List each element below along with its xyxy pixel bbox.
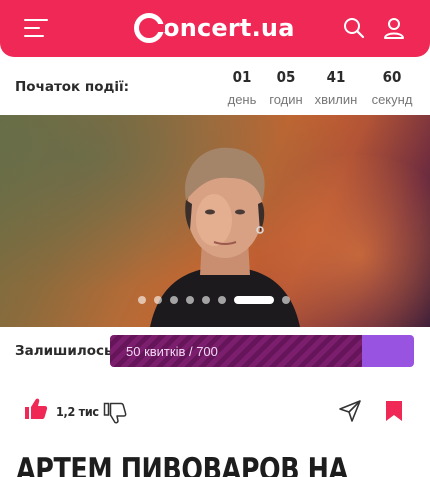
share-icon[interactable] <box>338 399 362 423</box>
carousel-dot[interactable] <box>154 296 162 304</box>
carousel-dot[interactable] <box>202 296 210 304</box>
carousel-dot[interactable] <box>218 296 226 304</box>
countdown-minutes: 41 хвилин <box>306 68 366 107</box>
countdown-seconds: 60 секунд <box>362 68 422 107</box>
countdown-seconds-value: 60 <box>382 68 402 86</box>
logo-c-mark <box>134 13 165 43</box>
carousel-indicators <box>138 296 298 304</box>
bookmark-icon[interactable] <box>384 400 404 422</box>
carousel-dot[interactable] <box>186 296 194 304</box>
carousel-dot[interactable] <box>138 296 146 304</box>
carousel-dot[interactable] <box>234 296 274 304</box>
thumbs-up-icon[interactable] <box>24 398 48 420</box>
event-countdown: Початок події: 01 день 05 годин 41 хвили… <box>0 57 430 115</box>
countdown-seconds-label: секунд <box>371 92 413 107</box>
event-hero-carousel[interactable] <box>0 115 430 327</box>
countdown-label: Початок події: <box>15 79 130 95</box>
carousel-dot[interactable] <box>282 296 290 304</box>
countdown-minutes-value: 41 <box>326 68 346 86</box>
like-count: 1,2 тис <box>56 404 99 419</box>
site-logo[interactable]: oncert.ua <box>134 11 295 45</box>
tickets-remaining-label: Залишилось <box>15 343 113 359</box>
countdown-minutes-label: хвилин <box>314 92 358 107</box>
search-icon[interactable] <box>342 16 366 40</box>
logo-text: oncert.ua <box>163 14 295 42</box>
tickets-count-text: 50 квитків / 700 <box>126 344 218 359</box>
event-title: АРТЕМ ПИВОВАРОВ НА <box>16 452 348 477</box>
carousel-dot[interactable] <box>170 296 178 304</box>
user-icon[interactable] <box>382 16 406 40</box>
thumbs-down-icon[interactable] <box>103 402 127 424</box>
tickets-progress-bar: 50 квитків / 700 <box>110 335 414 367</box>
menu-icon[interactable] <box>24 19 48 37</box>
top-header: oncert.ua <box>0 0 430 57</box>
